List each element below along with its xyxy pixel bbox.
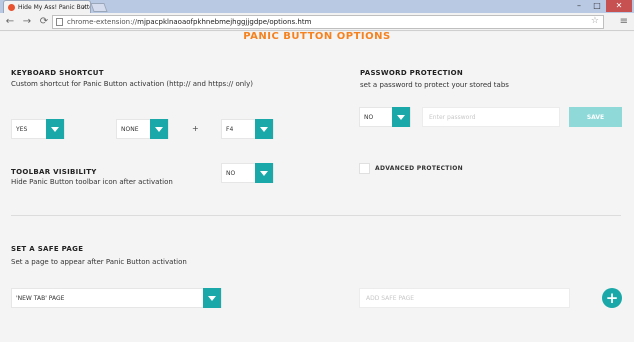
url-text: chrome-extension://mjpacpklnaoaofpkhnebm… [67,18,311,26]
chevron-down-icon [392,107,410,127]
browser-tab[interactable]: Hide My Ass! Panic Button × [3,0,91,13]
page-icon [56,18,63,26]
add-safe-page-button[interactable]: + [602,288,622,308]
options-page: PANIC BUTTON OPTIONS KEYBOARD SHORTCUT C… [0,31,634,342]
toolbar-visibility-heading: TOOLBAR VISIBILITY [11,168,97,176]
forward-icon[interactable]: → [20,15,34,29]
password-enabled-value: NO [364,113,374,121]
chevron-down-icon [255,163,273,183]
password-protection-heading: PASSWORD PROTECTION [360,69,464,77]
shortcut-modifier-value: NONE [121,125,139,133]
favicon-icon [8,3,15,11]
minimize-icon[interactable]: – [570,0,588,12]
password-enabled-select[interactable]: NO [359,107,411,127]
keyboard-shortcut-description: Custom shortcut for Panic Button activat… [11,80,254,88]
toolbar-visibility-value: NO [226,169,236,177]
maximize-icon[interactable]: □ [588,0,606,12]
save-password-button[interactable]: SAVE [569,107,622,127]
window-controls: – □ ✕ [570,0,632,12]
page-title: PANIC BUTTON OPTIONS [243,31,391,42]
reload-icon[interactable]: ⟳ [37,15,51,29]
tab-close-icon[interactable]: × [81,3,87,11]
tab-title: Hide My Ass! Panic Button [18,3,90,11]
browser-toolbar: ← → ⟳ chrome-extension://mjpacpklnaoaofp… [0,13,634,31]
browser-menu-icon[interactable]: ≡ [620,16,628,27]
window-close-icon[interactable]: ✕ [606,0,632,12]
advanced-protection-checkbox[interactable] [359,163,370,174]
back-icon[interactable]: ← [3,15,17,29]
chevron-down-icon [150,119,168,139]
safe-page-value: 'NEW TAB' PAGE [16,294,65,302]
safe-page-heading: SET A SAFE PAGE [11,245,84,253]
password-input[interactable]: Enter password [422,107,560,127]
url-scheme: chrome-extension:// [67,18,138,26]
url-path: mjpacpklnaoaofpkhnebmejhggjjgdpe/options… [137,18,312,26]
password-protection-description: set a password to protect your stored ta… [360,81,509,89]
address-bar[interactable]: chrome-extension://mjpacpklnaoaofpkhnebm… [52,15,604,29]
toolbar-visibility-select[interactable]: NO [221,163,274,183]
bookmark-star-icon[interactable]: ☆ [591,16,599,26]
chevron-down-icon [46,119,64,139]
shortcut-key-select[interactable]: F4 [221,119,274,139]
chevron-down-icon [203,288,221,308]
chevron-down-icon [255,119,273,139]
keyboard-shortcut-heading: KEYBOARD SHORTCUT [11,69,104,77]
shortcut-key-value: F4 [226,125,234,133]
safe-page-url-input[interactable]: ADD SAFE PAGE [359,288,570,308]
new-tab-button[interactable] [90,3,108,12]
shortcut-modifier-select[interactable]: NONE [116,119,169,139]
section-divider [11,215,621,216]
browser-titlebar: Hide My Ass! Panic Button × – □ ✕ [0,0,634,13]
safe-page-select[interactable]: 'NEW TAB' PAGE [11,288,222,308]
safe-page-description: Set a page to appear after Panic Button … [11,258,187,266]
advanced-protection-label: ADVANCED PROTECTION [375,165,463,172]
shortcut-enabled-value: YES [16,125,28,133]
plus-separator: + [192,124,199,133]
shortcut-enabled-select[interactable]: YES [11,119,65,139]
toolbar-visibility-description: Hide Panic Button toolbar icon after act… [11,178,173,186]
